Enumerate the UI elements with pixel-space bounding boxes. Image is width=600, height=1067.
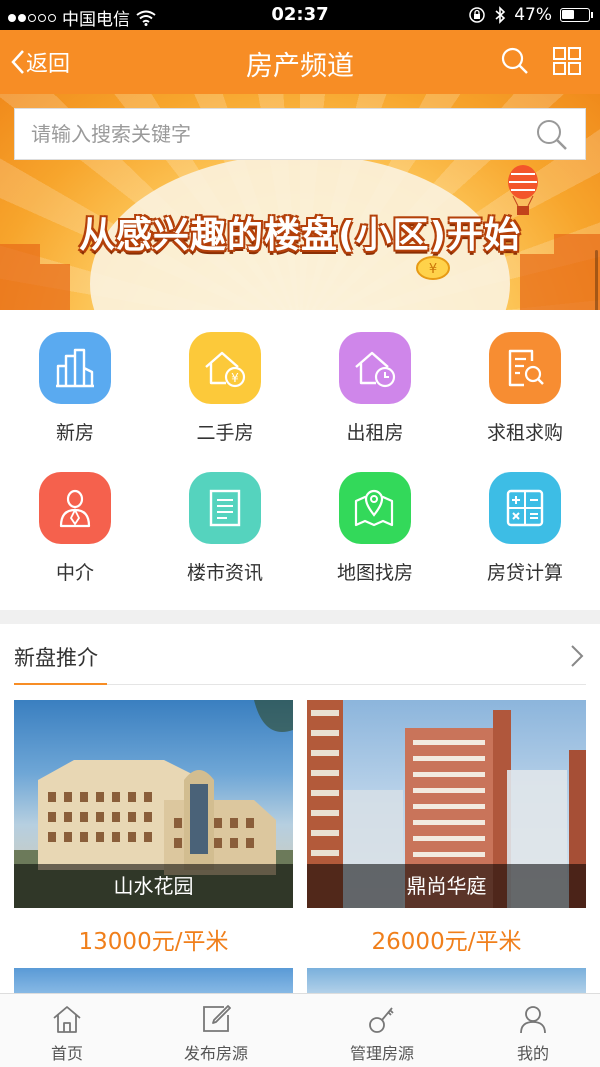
user-icon: [520, 1006, 546, 1034]
buildings-icon: [39, 332, 111, 404]
category-label: 二手房: [196, 422, 254, 444]
house-yuan-icon: ¥: [189, 332, 261, 404]
banner-slogan: 从感兴趣的楼盘(小区)开始: [79, 215, 521, 256]
key-icon: [369, 1007, 394, 1033]
category-new-house[interactable]: 新房: [0, 332, 150, 445]
listing-photo: 山水花园: [14, 700, 293, 908]
search-icon[interactable]: [500, 46, 530, 76]
search-icon[interactable]: [535, 118, 569, 152]
tab-label: 管理房源: [349, 1044, 414, 1063]
search-input[interactable]: [31, 119, 511, 149]
listing-name: 山水花园: [14, 864, 293, 908]
tab-home[interactable]: 首页: [0, 1002, 142, 1064]
section-title: 新盘推介: [14, 646, 98, 670]
listing-card-partial[interactable]: [307, 968, 586, 996]
calculator-icon: [489, 472, 561, 544]
listing-name: 鼎尚华庭: [307, 864, 586, 908]
category-label: 求租求购: [486, 422, 563, 444]
category-label: 中介: [55, 562, 94, 584]
tab-label: 发布房源: [183, 1044, 248, 1063]
section-underline: [14, 683, 107, 685]
document-search-icon: [489, 332, 561, 404]
listing-card-partial[interactable]: [14, 968, 293, 996]
svg-text:¥: ¥: [429, 262, 437, 277]
edit-icon: [203, 1005, 231, 1032]
category-label: 出租房: [346, 422, 404, 444]
agent-person-icon: [39, 472, 111, 544]
bottom-tab-bar: 首页 发布房源 管理房源 我的: [0, 993, 600, 1067]
category-second-hand[interactable]: ¥ 二手房: [150, 332, 300, 445]
category-mortgage-calc[interactable]: 房贷计算: [450, 472, 600, 585]
svg-text:¥: ¥: [231, 371, 239, 385]
battery-percent: 47%: [514, 5, 552, 25]
category-wanted[interactable]: 求租求购: [450, 332, 600, 445]
search-bar: [14, 108, 586, 160]
category-label: 楼市资讯: [186, 562, 263, 584]
tab-publish[interactable]: 发布房源: [141, 1002, 291, 1064]
grid-menu-icon[interactable]: [552, 46, 582, 76]
battery-icon: [560, 8, 593, 22]
bluetooth-icon: [495, 6, 506, 24]
tab-mine[interactable]: 我的: [458, 1002, 600, 1064]
category-market-news[interactable]: 楼市资讯: [150, 472, 300, 585]
coin-icon: ¥: [416, 256, 450, 280]
category-label: 地图找房: [336, 562, 413, 584]
category-label: 房贷计算: [486, 562, 563, 584]
home-icon: [53, 1006, 81, 1033]
news-document-icon: [189, 472, 261, 544]
new-listings-header[interactable]: 新盘推介: [0, 624, 600, 686]
category-map-search[interactable]: 地图找房: [300, 472, 450, 585]
listing-price: 26000元/平米: [371, 929, 522, 955]
promo-banner[interactable]: ¥ 从感兴趣的楼盘(小区)开始: [0, 94, 600, 310]
category-rental[interactable]: 出租房: [300, 332, 450, 445]
map-pin-icon: [339, 472, 411, 544]
tab-manage[interactable]: 管理房源: [307, 1002, 457, 1064]
category-agent[interactable]: 中介: [0, 472, 150, 585]
listing-photo: 鼎尚华庭: [307, 700, 586, 908]
listing-card[interactable]: 山水花园 13000元/平米: [14, 700, 293, 956]
house-clock-icon: [339, 332, 411, 404]
listing-card[interactable]: 鼎尚华庭 26000元/平米: [307, 700, 586, 956]
category-label: 新房: [55, 422, 94, 444]
listing-price: 13000元/平米: [78, 929, 229, 955]
nav-header: 返回 房产频道: [0, 30, 600, 94]
tab-label: 我的: [516, 1044, 549, 1063]
section-divider: [0, 610, 600, 624]
tab-label: 首页: [50, 1044, 83, 1063]
category-grid: 新房 ¥ 二手房 出租房 求租求购 中介 楼市资讯 地图找房 房贷计算: [0, 310, 600, 610]
chevron-right-icon[interactable]: [570, 644, 584, 668]
status-bar: 中国电信 02:37 47%: [0, 0, 600, 30]
orientation-lock-icon: [469, 7, 485, 23]
